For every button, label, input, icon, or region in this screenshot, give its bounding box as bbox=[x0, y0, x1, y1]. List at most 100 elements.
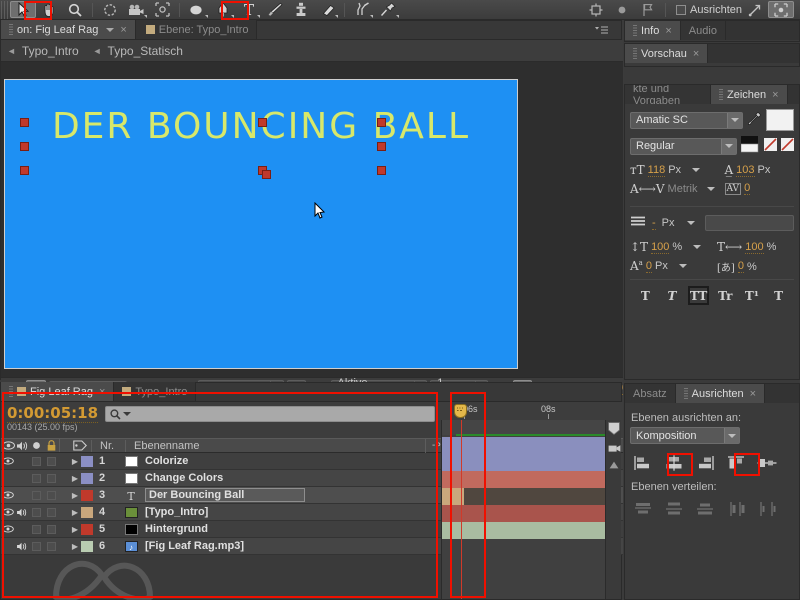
baseline-shift-field[interactable]: Aa 0 Px bbox=[630, 259, 707, 273]
font-style-select[interactable]: Regular bbox=[630, 137, 737, 155]
panel-menu-icon[interactable] bbox=[9, 386, 13, 397]
layer-expand-arrow[interactable]: ▶ bbox=[69, 525, 81, 534]
layer-audio-toggle[interactable] bbox=[15, 542, 29, 551]
layer-duration-bar[interactable] bbox=[442, 522, 607, 539]
tsume-value[interactable]: 0 bbox=[737, 260, 744, 273]
stroke-width-value[interactable]: - bbox=[652, 217, 656, 230]
rotation-tool[interactable] bbox=[97, 1, 123, 19]
composition-viewer[interactable]: DER BOUNCING BALL bbox=[1, 62, 623, 377]
horizontal-scale-value[interactable]: 100 bbox=[745, 241, 764, 254]
roto-brush-tool[interactable] bbox=[349, 1, 375, 19]
snapping-control[interactable]: Ausrichten bbox=[676, 4, 742, 16]
search-input[interactable] bbox=[105, 406, 435, 422]
mask-flag-icon[interactable] bbox=[635, 1, 661, 19]
breadcrumb-item-0[interactable]: Typo_Intro bbox=[22, 44, 79, 58]
layer-lock-toggle[interactable] bbox=[43, 473, 59, 483]
panel-menu-icon[interactable] bbox=[683, 388, 688, 399]
layer-solo-toggle[interactable] bbox=[29, 473, 43, 483]
panel-menu-icon[interactable] bbox=[9, 24, 13, 35]
distribute-bottom-button[interactable] bbox=[694, 500, 716, 518]
selection-handle[interactable] bbox=[377, 166, 386, 175]
layer-solo-toggle[interactable] bbox=[29, 456, 43, 466]
anchor-align-icon[interactable] bbox=[583, 1, 609, 19]
layer-lock-toggle[interactable] bbox=[43, 507, 59, 517]
all-caps-button[interactable]: TT bbox=[688, 286, 710, 305]
layer-expand-arrow[interactable]: ▶ bbox=[69, 491, 81, 500]
panel-menu-icon[interactable] bbox=[633, 48, 637, 59]
small-caps-button[interactable]: Tr bbox=[715, 286, 736, 305]
camera-toggle-icon[interactable] bbox=[608, 443, 621, 457]
close-icon[interactable]: × bbox=[772, 89, 778, 101]
tab-info[interactable]: Info × bbox=[625, 21, 681, 40]
font-size-value[interactable]: 118 bbox=[647, 164, 666, 177]
tab-preview[interactable]: Vorschau × bbox=[625, 44, 709, 63]
baseline-shift-value[interactable]: 0 bbox=[645, 260, 652, 273]
selection-handle[interactable] bbox=[377, 118, 386, 127]
layer-audio-toggle[interactable] bbox=[15, 508, 29, 517]
layer-name[interactable]: [Typo_Intro] bbox=[145, 506, 208, 518]
distribute-left-button[interactable] bbox=[725, 500, 747, 518]
leading-field[interactable]: A̲ 103 Px bbox=[725, 163, 795, 177]
tab-timeline-typo-intro[interactable]: Typo_Intro bbox=[114, 382, 197, 401]
brush-tool[interactable] bbox=[262, 1, 288, 19]
align-horizontal-center-button[interactable] bbox=[663, 454, 685, 472]
selection-handle[interactable] bbox=[377, 142, 386, 151]
chevron-down-icon[interactable] bbox=[724, 428, 739, 443]
column-header-nr[interactable]: Nr. bbox=[91, 439, 125, 452]
composition-stage[interactable]: DER BOUNCING BALL bbox=[4, 79, 518, 369]
layer-duration-bar[interactable] bbox=[442, 505, 607, 522]
chevron-down-icon[interactable] bbox=[727, 112, 742, 128]
tracking-field[interactable]: AV 0 bbox=[724, 182, 795, 195]
faux-italic-button[interactable]: T bbox=[661, 286, 682, 305]
layer-duration-bar[interactable] bbox=[442, 471, 607, 488]
tsume-field[interactable]: [あ] 0 % bbox=[717, 259, 794, 274]
distribute-horizontal-center-button[interactable] bbox=[756, 500, 778, 518]
playhead-marker[interactable] bbox=[454, 404, 467, 418]
camera-tool[interactable] bbox=[123, 1, 149, 19]
panel-menu-icon[interactable] bbox=[719, 89, 723, 100]
playhead-line[interactable] bbox=[461, 420, 462, 599]
vertical-scale-value[interactable]: 100 bbox=[651, 241, 670, 254]
align-right-button[interactable] bbox=[694, 454, 716, 472]
layer-solo-toggle[interactable] bbox=[29, 524, 43, 534]
align-top-button[interactable] bbox=[725, 454, 747, 472]
tab-composition-fig-leaf-rag[interactable]: on: Fig Leaf Rag × bbox=[1, 20, 136, 39]
column-header-layername[interactable]: Ebenenname bbox=[125, 439, 425, 452]
layer-solo-toggle[interactable] bbox=[29, 507, 43, 517]
tab-effects-presets[interactable]: kte und Vorgaben bbox=[625, 85, 711, 104]
breadcrumb-item-1[interactable]: Typo_Statisch bbox=[108, 44, 183, 58]
align-left-button[interactable] bbox=[632, 454, 654, 472]
subscript-button[interactable]: T bbox=[768, 286, 789, 305]
anchor-point-handle[interactable] bbox=[262, 170, 271, 179]
layer-label-color[interactable] bbox=[81, 472, 93, 484]
tab-audio[interactable]: Audio bbox=[680, 21, 726, 40]
anchor-dot-icon[interactable] bbox=[609, 1, 635, 19]
close-icon[interactable]: × bbox=[693, 48, 699, 60]
layer-label-color[interactable] bbox=[81, 523, 93, 535]
vertical-scale-field[interactable]: ↕T 100 % bbox=[630, 240, 707, 254]
layer-solo-toggle[interactable] bbox=[29, 541, 43, 551]
chevron-down-icon[interactable] bbox=[106, 27, 115, 32]
eyedropper-icon[interactable] bbox=[747, 111, 762, 129]
layer-video-toggle[interactable] bbox=[1, 508, 15, 516]
layer-name[interactable]: Colorize bbox=[145, 455, 188, 467]
stroke-type-select[interactable] bbox=[704, 215, 794, 231]
layer-name[interactable]: Change Colors bbox=[145, 472, 223, 484]
hand-tool[interactable] bbox=[36, 1, 62, 19]
tab-align[interactable]: Ausrichten × bbox=[675, 384, 766, 403]
font-family-select[interactable]: Amatic SC bbox=[630, 111, 743, 129]
tracking-value[interactable]: 0 bbox=[744, 182, 751, 195]
zoom-tool[interactable] bbox=[62, 1, 88, 19]
close-icon[interactable]: × bbox=[120, 24, 126, 36]
text-tool[interactable]: T bbox=[236, 1, 262, 19]
toolbar-grip[interactable] bbox=[1, 0, 10, 19]
distribute-vertical-center-button[interactable] bbox=[663, 500, 685, 518]
layer-label-color[interactable] bbox=[81, 489, 93, 501]
layer-lock-toggle[interactable] bbox=[43, 456, 59, 466]
no-fill-icon[interactable] bbox=[764, 138, 777, 154]
horizontal-scale-field[interactable]: T⟷ 100 % bbox=[717, 240, 794, 254]
layer-duration-bar[interactable] bbox=[442, 437, 607, 454]
close-icon[interactable]: × bbox=[750, 388, 756, 400]
work-area-bar[interactable] bbox=[442, 420, 607, 435]
tab-character[interactable]: Zeichen × bbox=[711, 85, 788, 104]
